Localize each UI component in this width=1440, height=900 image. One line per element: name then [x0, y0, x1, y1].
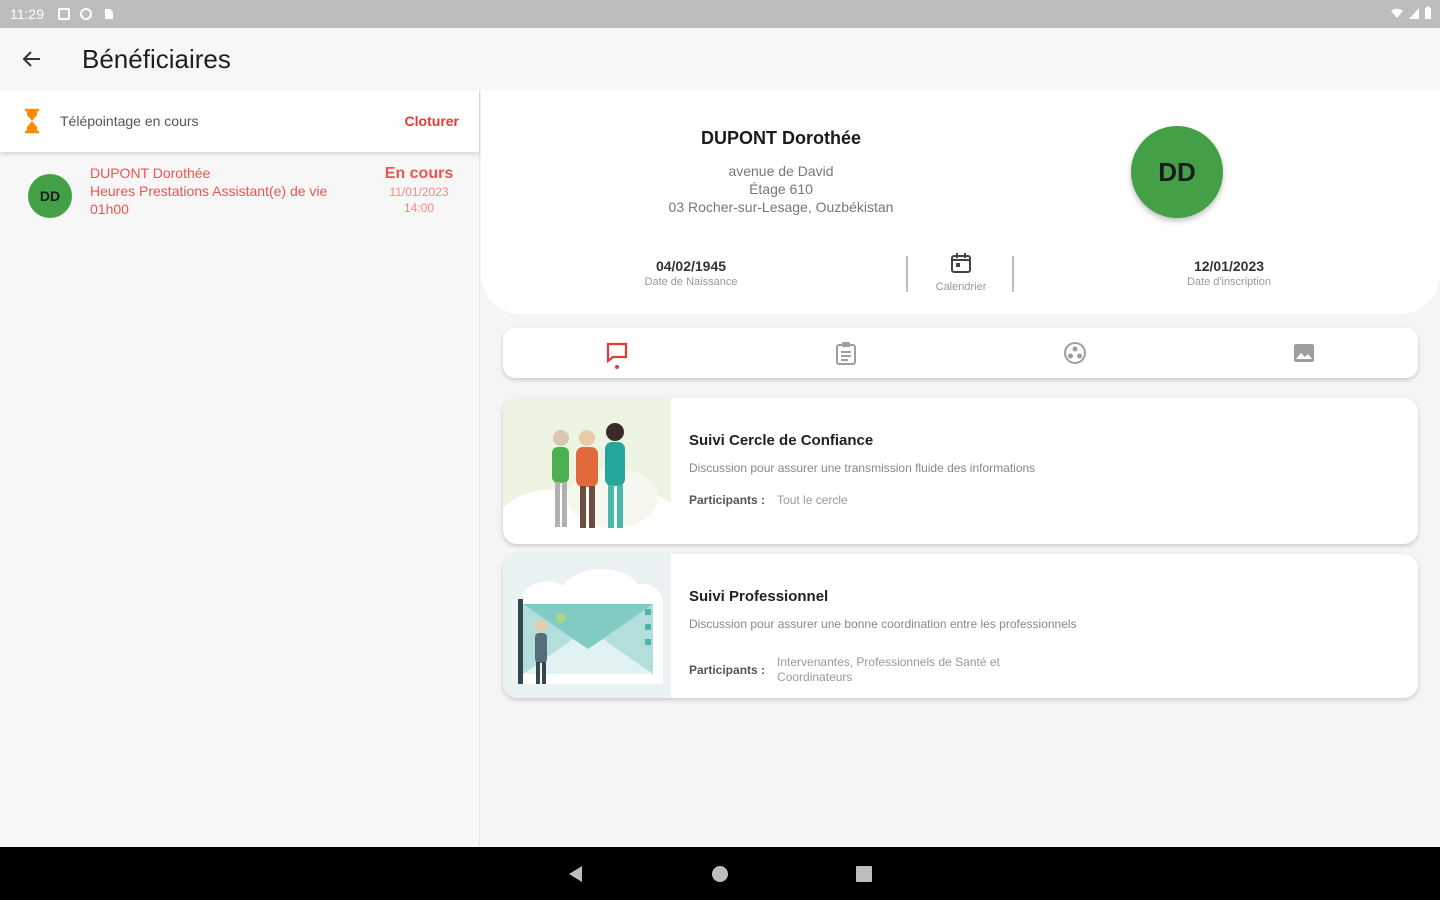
beneficiary-name: DUPONT Dorothée — [90, 165, 211, 181]
conversation-title: Suivi Cercle de Confiance — [689, 432, 874, 449]
divider — [906, 256, 908, 292]
telepointage-label: Télépointage en cours — [60, 113, 199, 129]
beneficiary-info: DUPONT Dorothée Heures Prestations Assis… — [90, 164, 379, 218]
professional-illustration — [503, 554, 671, 698]
participants-label: Participants : — [689, 663, 766, 677]
data-saver-icon — [80, 8, 92, 20]
network-icon — [1063, 342, 1086, 364]
conversation-body: Suivi Cercle de Confiance Discussion pou… — [671, 398, 1418, 544]
calendar-icon — [951, 253, 971, 273]
circle-home-icon — [712, 865, 728, 882]
tab-network[interactable] — [961, 328, 1190, 378]
system-navigation-bar — [0, 847, 1440, 900]
active-tab-indicator — [615, 365, 620, 369]
square-recents-icon — [856, 865, 872, 882]
profile-avatar: DD — [1131, 126, 1223, 218]
divider — [1012, 256, 1014, 292]
address-line-2: Étage 610 — [749, 181, 813, 197]
nav-back-button[interactable] — [564, 862, 588, 886]
trust-circle-illustration — [503, 398, 671, 544]
conversation-participants: Participants : Tout le cercle — [689, 493, 1400, 508]
profile-name: DUPONT Dorothée — [700, 128, 861, 148]
participants-value: Intervenantes, Professionnels de Santé e… — [777, 655, 1000, 684]
app-bar: Bénéficiaires — [0, 28, 1440, 90]
status-time: 11:29 — [10, 6, 44, 22]
conversation-body: Suivi Professionnel Discussion pour assu… — [671, 554, 1418, 698]
nav-home-button[interactable] — [708, 862, 732, 886]
status-date: 11/01/2023 — [389, 185, 449, 199]
signal-icon — [1409, 8, 1419, 19]
signup-date-label: Date d'inscription — [1186, 276, 1272, 288]
battery-icon — [1425, 6, 1431, 19]
birth-date: 04/02/1945 — [655, 258, 727, 274]
signup-date: 12/01/2023 — [1193, 258, 1265, 274]
status-bar: 11:29 — [0, 0, 1440, 28]
hourglass-icon — [25, 108, 39, 134]
tab-messages[interactable] — [503, 328, 732, 378]
avatar: DD — [28, 174, 72, 218]
conversation-description: Discussion pour assurer une bonne coordi… — [689, 617, 1077, 631]
address-line-3: 03 Rocher-sur-Lesage, Ouzbékistan — [668, 199, 894, 215]
beneficiary-list-panel: Télépointage en cours Cloturer DD DUPONT… — [0, 90, 480, 847]
calendar-label: Calendrier — [935, 281, 987, 293]
telepointage-banner: Télépointage en cours Cloturer — [0, 90, 479, 152]
conversation-card[interactable]: Suivi Cercle de Confiance Discussion pou… — [503, 398, 1418, 544]
beneficiary-status: En cours 11/01/2023 14:00 — [379, 164, 459, 218]
page-title: Bénéficiaires — [82, 43, 231, 74]
tab-gallery[interactable] — [1189, 328, 1418, 378]
tab-documents[interactable] — [732, 328, 961, 378]
beneficiary-service: Heures Prestations Assistant(e) de vie — [90, 183, 328, 199]
status-badge: En cours — [384, 165, 454, 182]
profile-card: DUPONT Dorothée avenue de David Étage 61… — [481, 90, 1440, 314]
status-time: 14:00 — [403, 201, 435, 215]
birth-date-block: 04/02/1945 Date de Naissance — [611, 258, 771, 288]
conversation-description: Discussion pour assurer une transmission… — [689, 461, 1036, 475]
birth-date-label: Date de Naissance — [644, 276, 738, 288]
wifi-icon — [1391, 8, 1403, 18]
notification-square-icon — [58, 8, 70, 20]
profile-address: avenue de David Étage 610 03 Rocher-sur-… — [581, 162, 981, 216]
nav-recents-button[interactable] — [852, 862, 876, 886]
cloturer-button[interactable]: Cloturer — [405, 113, 459, 129]
conversation-participants: Participants : Intervenantes, Profession… — [689, 655, 1400, 685]
calendar-button[interactable]: Calendrier — [921, 252, 1001, 293]
conversation-title: Suivi Professionnel — [689, 588, 829, 605]
chat-icon — [607, 342, 628, 364]
list-item[interactable]: DD DUPONT Dorothée Heures Prestations As… — [0, 152, 479, 218]
arrow-left-icon — [22, 51, 40, 67]
clipboard-icon — [836, 342, 857, 365]
participants-label: Participants : — [689, 493, 766, 507]
signup-date-block: 12/01/2023 Date d'inscription — [1149, 258, 1309, 288]
back-button[interactable] — [0, 28, 64, 90]
triangle-back-icon — [569, 865, 582, 882]
address-line-1: avenue de David — [728, 163, 834, 179]
beneficiary-duration: 01h00 — [90, 201, 129, 217]
tab-bar — [503, 328, 1418, 378]
sim-card-icon — [105, 9, 113, 19]
beneficiary-detail-panel: DUPONT Dorothée avenue de David Étage 61… — [481, 90, 1440, 847]
image-icon — [1293, 344, 1314, 362]
participants-value: Tout le cercle — [777, 493, 848, 507]
conversation-card[interactable]: Suivi Professionnel Discussion pour assu… — [503, 554, 1418, 698]
